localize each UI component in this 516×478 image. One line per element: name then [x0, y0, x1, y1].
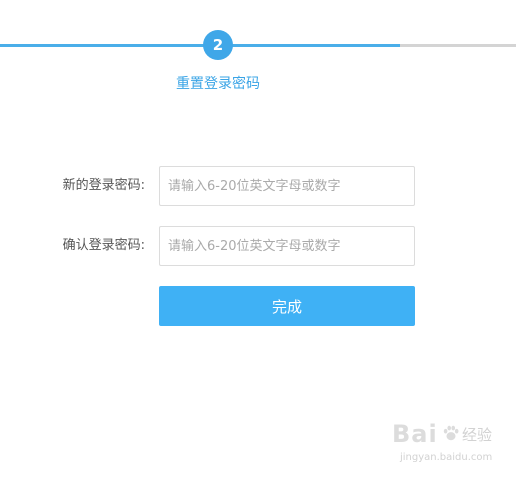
progress-fill — [0, 44, 400, 47]
step-label: 重置登录密码 — [176, 76, 260, 92]
watermark-suffix: 经验 — [462, 426, 493, 444]
new-password-row: 新的登录密码: — [0, 166, 516, 206]
confirm-password-input[interactable] — [159, 226, 415, 266]
watermark-url: jingyan.baidu.com — [400, 452, 493, 463]
progress-track — [0, 44, 516, 47]
confirm-password-row: 确认登录密码: — [0, 226, 516, 266]
watermark-brand: Bai — [392, 420, 438, 448]
finish-button[interactable]: 完成 — [159, 286, 415, 326]
new-password-label: 新的登录密码: — [62, 178, 145, 193]
paw-icon — [443, 425, 459, 441]
watermark: Bai 经验 jingyan.baidu.com — [392, 420, 502, 470]
step-indicator: 2 — [203, 30, 233, 60]
confirm-password-label: 确认登录密码: — [62, 238, 145, 253]
new-password-input[interactable] — [159, 166, 415, 206]
